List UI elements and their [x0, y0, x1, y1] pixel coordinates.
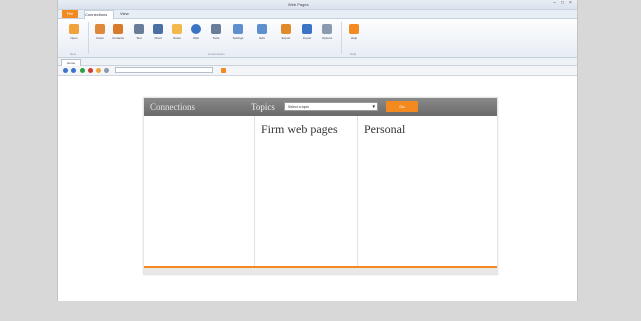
content-area: Connections Topics Select a topic ▾ Go F… — [58, 81, 577, 301]
open-button[interactable]: Open — [66, 22, 82, 48]
file-menu-button[interactable]: File — [62, 10, 78, 18]
back-icon[interactable] — [63, 68, 68, 73]
window-controls: – □ × — [552, 1, 573, 6]
topic-select-value: Select a topic — [288, 105, 310, 109]
navigation-bar — [58, 66, 577, 76]
settings-button[interactable]: Settings — [230, 22, 246, 48]
export-icon — [281, 24, 291, 34]
notes-button[interactable]: Notes — [169, 22, 185, 48]
web-page: Connections Topics Select a topic ▾ Go F… — [143, 97, 498, 275]
go-button[interactable]: Go — [386, 101, 418, 112]
export-button[interactable]: Export — [278, 22, 294, 48]
group-separator — [341, 22, 342, 54]
group-label-new: New — [70, 52, 77, 56]
help-icon — [349, 24, 359, 34]
tab-connections[interactable]: Connections — [84, 10, 114, 19]
page-footer — [144, 266, 497, 274]
description-column — [144, 116, 255, 268]
column-heading: Personal — [364, 122, 406, 136]
topic-select[interactable]: Select a topic ▾ — [284, 102, 378, 111]
favorites-icon[interactable] — [104, 68, 109, 73]
tab-view[interactable]: View — [120, 10, 129, 18]
minimize-button[interactable]: – — [552, 1, 557, 6]
address-input[interactable] — [115, 67, 213, 73]
close-button[interactable]: × — [568, 1, 573, 6]
user-icon — [95, 24, 105, 34]
document-tab-bar: Home — [58, 58, 577, 66]
globe-icon — [191, 24, 201, 34]
chart-button[interactable]: Chart — [150, 22, 166, 48]
text-button[interactable]: Text — [131, 22, 147, 48]
ribbon-tab-row: File Connections View — [58, 10, 577, 19]
import-button[interactable]: Import — [299, 22, 315, 48]
column-heading: Firm web pages — [261, 122, 338, 136]
contacts-icon — [113, 24, 123, 34]
description-text — [144, 116, 254, 126]
options-icon — [322, 24, 332, 34]
folder-icon — [69, 24, 79, 34]
group-label-connections: Connections — [208, 52, 225, 56]
personal-column: Personal — [358, 116, 496, 268]
app-window: Web Pages – □ × File Connections View Op… — [57, 0, 578, 301]
help-button[interactable]: Help — [346, 22, 362, 48]
ribbon: Open Users Contacts Text Chart Notes Web… — [58, 19, 577, 58]
edit-icon — [257, 24, 267, 34]
maximize-button[interactable]: □ — [560, 1, 565, 6]
tools-button[interactable]: Tools — [208, 22, 224, 48]
edit-button[interactable]: Edit — [254, 22, 270, 48]
page-header: Connections Topics Select a topic ▾ Go — [144, 98, 497, 116]
tab-home[interactable]: Home — [61, 59, 81, 66]
tools-icon — [211, 24, 221, 34]
text-icon — [134, 24, 144, 34]
title-bar: Web Pages – □ × — [58, 0, 577, 10]
screen-frame: Web Pages – □ × File Connections View Op… — [0, 0, 641, 321]
group-label-help: Help — [350, 52, 357, 56]
forward-icon[interactable] — [71, 68, 76, 73]
settings-icon — [233, 24, 243, 34]
web-button[interactable]: Web — [188, 22, 204, 48]
chart-icon — [153, 24, 163, 34]
go-icon[interactable] — [221, 68, 226, 73]
note-icon — [172, 24, 182, 34]
contacts-button[interactable]: Contacts — [110, 22, 126, 48]
stop-icon[interactable] — [88, 68, 93, 73]
users-button[interactable]: Users — [92, 22, 108, 48]
chevron-down-icon: ▾ — [372, 104, 375, 110]
window-title: Web Pages — [288, 2, 309, 7]
refresh-icon[interactable] — [80, 68, 85, 73]
group-separator — [88, 22, 89, 54]
home-icon[interactable] — [96, 68, 101, 73]
options-button[interactable]: Options — [319, 22, 335, 48]
brand-title: Connections — [150, 102, 195, 112]
import-icon — [302, 24, 312, 34]
topics-label: Topics — [251, 102, 275, 112]
firm-web-pages-column: Firm web pages — [255, 116, 358, 268]
